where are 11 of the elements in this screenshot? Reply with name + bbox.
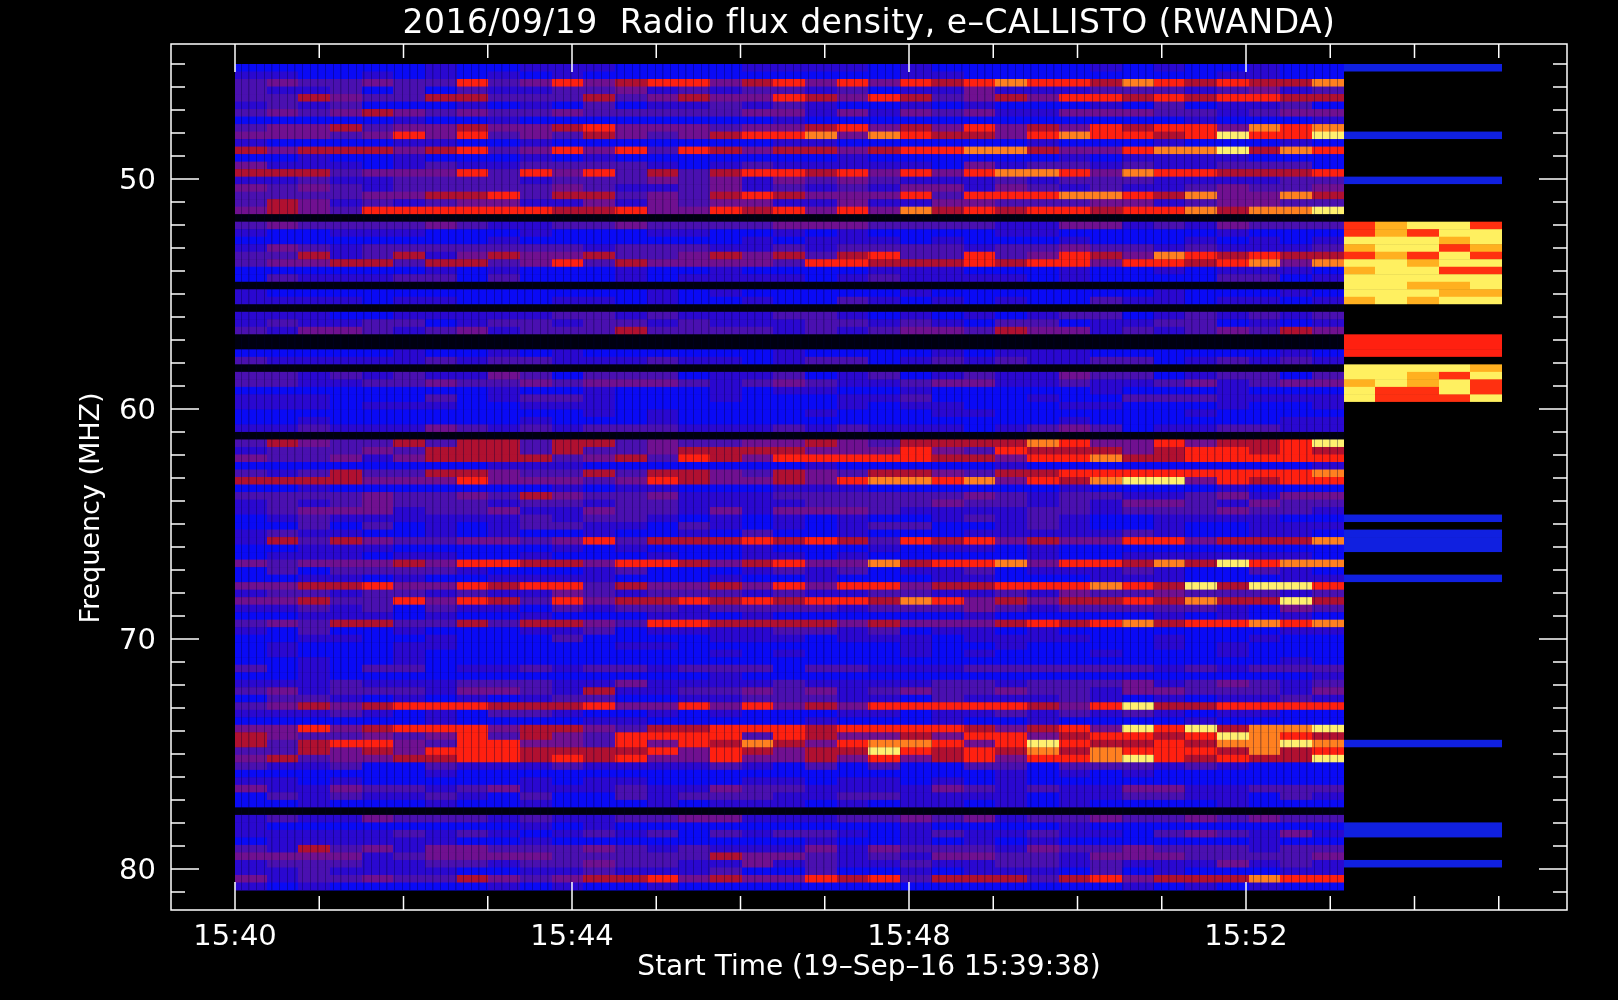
x-axis-label: Start Time (19–Sep–16 15:39:38) bbox=[637, 949, 1101, 982]
y-tick-label: 70 bbox=[119, 624, 156, 654]
chart-title: 2016/09/19 Radio flux density, e–CALLISTO (RWANDA) bbox=[402, 2, 1336, 41]
y-tick-label: 80 bbox=[119, 854, 156, 884]
x-tick-label: 15:52 bbox=[1204, 921, 1288, 950]
y-tick-label: 60 bbox=[119, 394, 156, 424]
y-tick-label: 50 bbox=[119, 164, 156, 194]
x-tick-label: 15:44 bbox=[530, 921, 614, 950]
y-axis-label: Frequency (MHZ) bbox=[73, 392, 105, 624]
x-tick-label: 15:40 bbox=[193, 921, 277, 950]
x-tick-label: 15:48 bbox=[867, 921, 951, 950]
